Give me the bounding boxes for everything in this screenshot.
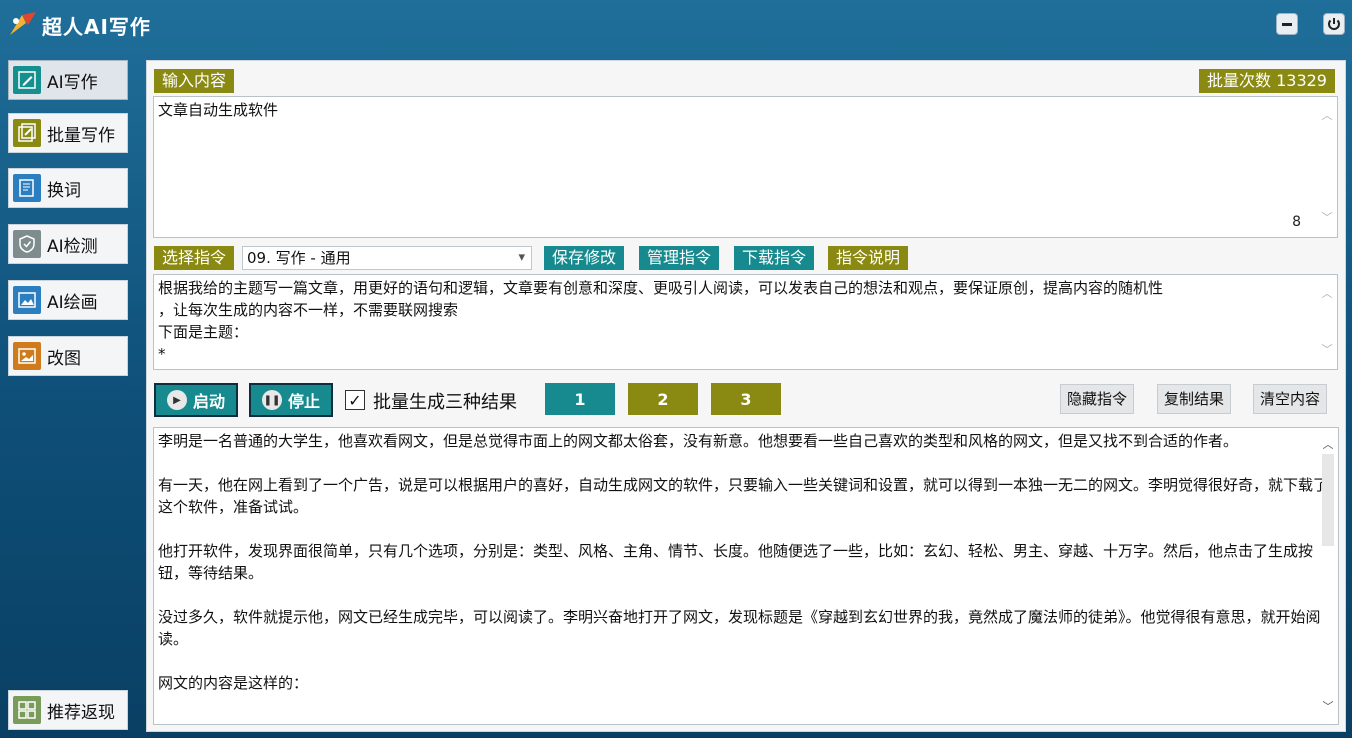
hide-command-button[interactable]: 隐藏指令	[1060, 384, 1135, 414]
scroll-up-icon[interactable]: ︿	[1320, 434, 1336, 456]
play-icon: ▶	[166, 390, 187, 410]
scroll-down-icon[interactable]: ﹀	[1319, 339, 1335, 361]
sidebar-item-ai-painting[interactable]: AI绘画	[8, 280, 128, 320]
sidebar-item-label: AI绘画	[47, 292, 98, 313]
input-label: 输入内容	[154, 69, 235, 93]
sidebar-item-label: AI写作	[47, 72, 98, 93]
topic-input-value: 文章自动生成软件	[158, 101, 279, 119]
sidebar: AI写作 批量写作 换词 AI检测 AI绘画 改图 推荐返现	[0, 50, 138, 738]
image-icon	[13, 286, 41, 314]
scroll-down-icon[interactable]: ﹀	[1319, 207, 1335, 229]
checkmark-icon: ✓	[348, 390, 362, 410]
result-paragraph: 李明是一名普通的大学生，他喜欢看网文，但是总觉得市面上的网文都太俗套，没有新意。…	[158, 432, 1239, 450]
command-line: 下面是主题：	[158, 323, 249, 341]
clear-content-button[interactable]: 清空内容	[1253, 384, 1328, 414]
app-title: 超人AI写作	[42, 15, 151, 39]
save-command-button[interactable]: 保存修改	[544, 246, 625, 270]
sidebar-item-batch-writing[interactable]: 批量写作	[8, 113, 128, 153]
sidebar-item-ai-detect[interactable]: AI检测	[8, 224, 128, 264]
char-count: 8	[1292, 214, 1301, 230]
download-command-button[interactable]: 下载指令	[734, 246, 815, 270]
main-panel: 输入内容 批量次数 13329 文章自动生成软件 ︿ ﹀ 8 选择指令 09. …	[146, 60, 1346, 732]
sidebar-item-label: 推荐返现	[47, 702, 115, 723]
result-tab-1[interactable]: 1	[545, 383, 615, 415]
scroll-up-icon[interactable]: ︿	[1319, 105, 1335, 127]
result-paragraph: 他打开软件，发现界面很简单，只有几个选项，分别是：类型、风格、主角、情节、长度。…	[158, 542, 1314, 582]
command-line: ，让每次生成的内容不一样，不需要联网搜索	[158, 301, 459, 319]
stop-button[interactable]: ❚❚ 停止	[249, 383, 333, 417]
power-icon	[1328, 18, 1340, 30]
command-select-value: 09. 写作 - 通用	[247, 249, 351, 267]
start-button-label: 启动	[192, 392, 225, 411]
minimize-icon	[1282, 23, 1292, 26]
scroll-down-icon[interactable]: ﹀	[1320, 696, 1336, 718]
picture-icon	[13, 342, 41, 370]
command-line: *	[158, 345, 166, 363]
result-textarea[interactable]: 李明是一名普通的大学生，他喜欢看网文，但是总觉得市面上的网文都太俗套，没有新意。…	[153, 427, 1339, 725]
title-bar: 超人AI写作	[0, 0, 1352, 50]
minimize-button[interactable]	[1276, 13, 1298, 35]
sidebar-item-label: 改图	[47, 348, 81, 369]
command-textarea[interactable]: 根据我给的主题写一篇文章，用更好的语句和逻辑，文章要有创意和深度、更吸引人阅读，…	[153, 274, 1338, 370]
copy-result-button[interactable]: 复制结果	[1157, 384, 1232, 414]
stop-button-label: 停止	[287, 392, 320, 411]
sidebar-item-edit-image[interactable]: 改图	[8, 336, 128, 376]
sidebar-item-label: AI检测	[47, 236, 98, 257]
scroll-up-icon[interactable]: ︿	[1319, 283, 1335, 305]
command-select[interactable]: 09. 写作 - 通用 ▾	[242, 246, 532, 270]
batch-checkbox[interactable]: ✓	[345, 390, 365, 410]
chevron-down-icon: ▾	[518, 250, 525, 265]
command-help-button[interactable]: 指令说明	[828, 246, 909, 270]
batch-checkbox-label: 批量生成三种结果	[373, 392, 517, 413]
pause-icon: ❚❚	[261, 390, 282, 410]
result-tab-3[interactable]: 3	[711, 383, 781, 415]
sidebar-item-label: 批量写作	[47, 125, 115, 146]
start-button[interactable]: ▶ 启动	[154, 383, 238, 417]
sidebar-item-ai-writing[interactable]: AI写作	[8, 60, 128, 100]
command-line: 根据我给的主题写一篇文章，用更好的语句和逻辑，文章要有创意和深度、更吸引人阅读，…	[158, 279, 1164, 297]
edit-icon	[13, 66, 41, 94]
batch-edit-icon	[13, 119, 41, 147]
result-tab-2[interactable]: 2	[628, 383, 698, 415]
shield-icon	[13, 230, 41, 258]
result-paragraph: 网文的内容是这样的：	[158, 674, 309, 692]
grid-icon	[13, 696, 41, 724]
sidebar-item-referral[interactable]: 推荐返现	[8, 690, 128, 730]
power-button[interactable]	[1323, 13, 1345, 35]
result-paragraph: 没过多久，软件就提示他，网文已经生成完毕，可以阅读了。李明兴奋地打开了网文，发现…	[158, 608, 1321, 648]
app-logo-icon	[10, 12, 36, 35]
manage-command-button[interactable]: 管理指令	[639, 246, 720, 270]
sidebar-item-label: 换词	[47, 180, 81, 201]
select-command-label: 选择指令	[154, 246, 235, 270]
document-icon	[13, 174, 41, 202]
scrollbar-thumb[interactable]	[1322, 454, 1334, 546]
batch-count-badge: 批量次数 13329	[1199, 69, 1335, 93]
result-paragraph: 有一天，他在网上看到了一个广告，说是可以根据用户的喜好，自动生成网文的软件，只要…	[158, 476, 1329, 516]
sidebar-item-replace-words[interactable]: 换词	[8, 168, 128, 208]
topic-input[interactable]: 文章自动生成软件 ︿ ﹀ 8	[153, 96, 1338, 238]
